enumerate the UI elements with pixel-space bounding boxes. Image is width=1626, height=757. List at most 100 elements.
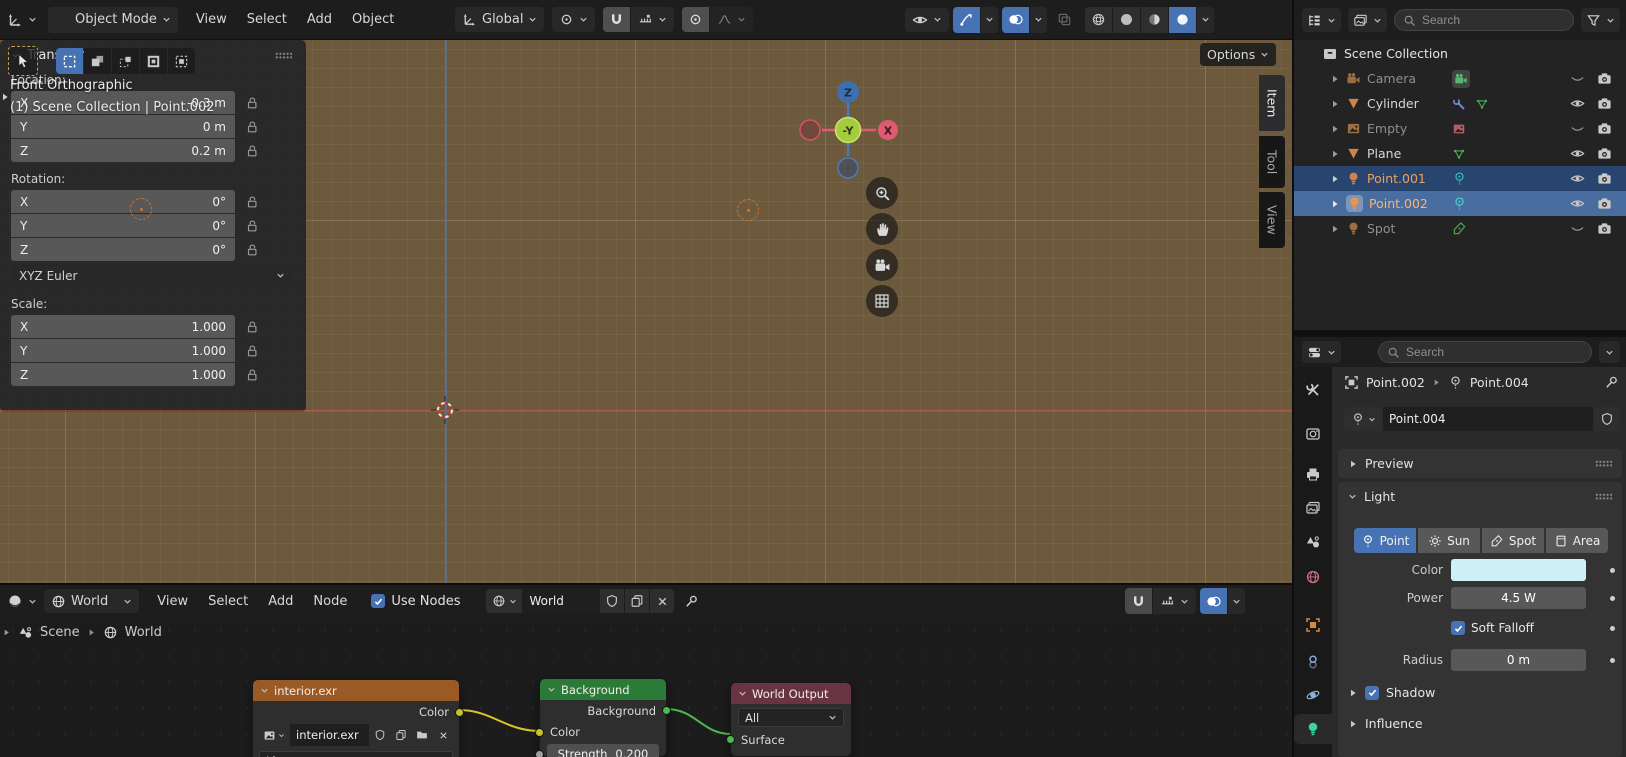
image-name-field[interactable]: interior.exr (290, 724, 369, 746)
preview-panel[interactable]: Preview (1338, 449, 1622, 478)
menu-object[interactable]: Object (342, 12, 404, 27)
light-type-point-button[interactable]: Point (1354, 528, 1416, 553)
expand-icon[interactable] (1348, 459, 1358, 469)
menu-select[interactable]: Select (237, 12, 297, 27)
search-input[interactable] (1406, 345, 1506, 359)
menu-node[interactable]: Node (303, 594, 357, 609)
socket-color-input[interactable] (535, 728, 544, 737)
tab-physics[interactable] (1294, 680, 1332, 710)
node-collapse-icon[interactable] (738, 689, 747, 698)
duplicate-button[interactable] (391, 724, 411, 746)
outliner-row-point-002[interactable]: Point.002 (1294, 191, 1626, 216)
light-panel-header[interactable]: Light (1338, 482, 1622, 511)
properties-options-dropdown[interactable] (1599, 341, 1620, 363)
proportional-editing-toggle[interactable] (682, 7, 709, 32)
camera-view-button[interactable] (866, 249, 898, 281)
hide-toggle-open[interactable] (1570, 171, 1585, 186)
breadcrumb-object[interactable]: Point.002 (1366, 375, 1425, 390)
editor-type-button[interactable] (0, 8, 44, 32)
lock-open-icon[interactable] (245, 219, 259, 233)
navigation-axis-gizmo[interactable]: Z X -Y (794, 76, 904, 186)
lock-open-icon[interactable] (245, 320, 259, 334)
menu-view[interactable]: View (186, 12, 237, 27)
animate-dot[interactable] (1610, 596, 1615, 601)
modifier-wrench-icon[interactable] (1452, 97, 1466, 111)
outliner-search[interactable] (1394, 9, 1574, 31)
light-browse-dropdown[interactable] (1344, 407, 1382, 431)
region-toggle-arrow-icon[interactable] (0, 90, 10, 104)
panel-grip-handle[interactable] (1595, 460, 1612, 467)
panel-grip-handle[interactable] (1595, 493, 1612, 500)
pin-icon[interactable] (1604, 375, 1619, 390)
soft-falloff-checkbox[interactable]: Soft Falloff (1451, 621, 1534, 635)
select-mode-subtract-button[interactable] (112, 48, 139, 74)
point-light-gizmo[interactable] (130, 198, 152, 220)
node-world-output[interactable]: World Output All Surface Volume (730, 682, 852, 757)
animate-dot[interactable] (1610, 626, 1615, 631)
tab-scene[interactable] (1294, 527, 1332, 557)
viewport-canvas[interactable]: Options Front Orthographic (1) Scene Col… (0, 40, 1292, 583)
expand-icon[interactable] (1330, 199, 1340, 209)
render-visibility-toggle[interactable] (1597, 221, 1612, 236)
hide-toggle-open[interactable] (1570, 96, 1585, 111)
properties-search[interactable] (1378, 341, 1592, 363)
snap-toggle[interactable] (1125, 588, 1152, 614)
zoom-button[interactable] (866, 177, 898, 209)
light-type-sun-button[interactable]: Sun (1418, 528, 1480, 553)
colorspace-dropdown[interactable]: Linear (259, 751, 453, 757)
light-name-field[interactable]: Point.004 (1383, 407, 1593, 431)
render-visibility-toggle[interactable] (1597, 71, 1612, 86)
pin-icon[interactable] (684, 594, 699, 609)
tab-constraints[interactable] (1294, 647, 1332, 677)
image-data-icon[interactable] (1452, 122, 1466, 136)
scale-x-field[interactable]: X1.000 (11, 315, 235, 338)
outliner-row-point-001[interactable]: Point.001 (1294, 166, 1626, 191)
radius-field[interactable]: 0 m (1451, 649, 1586, 671)
panel-grip-handle[interactable] (275, 52, 292, 59)
rotation-z-field[interactable]: Z0° (11, 238, 235, 261)
lock-open-icon[interactable] (245, 368, 259, 382)
hide-toggle-closed[interactable] (1570, 121, 1585, 136)
select-mode-box-button[interactable] (56, 48, 83, 74)
outliner-row-cylinder[interactable]: Cylinder (1294, 91, 1626, 116)
socket-surface-input[interactable] (726, 735, 735, 744)
shading-rendered-button[interactable] (1169, 7, 1196, 33)
node-background[interactable]: Background Background Color Strength 0.2… (539, 678, 667, 757)
shading-solid-button[interactable] (1113, 7, 1140, 33)
shader-type-dropdown[interactable]: World (44, 589, 139, 613)
fake-user-button[interactable] (370, 724, 390, 746)
tab-world[interactable] (1294, 562, 1332, 592)
light-color-swatch[interactable] (1451, 559, 1586, 581)
tab-object-data[interactable] (1294, 714, 1332, 744)
pan-button[interactable] (866, 213, 898, 245)
snap-target-dropdown[interactable] (1153, 588, 1196, 614)
proportional-falloff-dropdown[interactable] (710, 7, 753, 32)
render-visibility-toggle[interactable] (1597, 96, 1612, 111)
search-input[interactable] (1422, 13, 1522, 27)
hide-toggle-open[interactable] (1570, 146, 1585, 161)
scale-y-field[interactable]: Y1.000 (11, 339, 235, 362)
editor-type-button[interactable] (1302, 341, 1341, 363)
select-mode-intersect-button[interactable] (168, 48, 195, 74)
gizmo-dropdown[interactable] (981, 7, 998, 33)
strength-field[interactable]: Strength 0.200 (547, 744, 659, 757)
menu-add[interactable]: Add (297, 12, 342, 27)
editor-type-button[interactable] (1302, 8, 1341, 32)
tab-output[interactable] (1294, 459, 1332, 489)
sidebar-tab-view[interactable]: View (1259, 192, 1285, 248)
outliner-row-plane[interactable]: Plane (1294, 141, 1626, 166)
shading-dropdown[interactable] (1197, 7, 1214, 33)
location-z-field[interactable]: Z0.2 m (11, 139, 235, 162)
point-light-data-icon[interactable] (1452, 171, 1467, 186)
point-light-data-icon[interactable] (1452, 196, 1467, 211)
node-environment-texture[interactable]: interior.exr Color interior.exr Linear (252, 679, 460, 757)
display-mode-dropdown[interactable] (1348, 8, 1387, 32)
outliner-row-empty[interactable]: Empty (1294, 116, 1626, 141)
overlays-dropdown[interactable] (1228, 588, 1245, 614)
mesh-data-icon[interactable] (1452, 147, 1466, 161)
tab-render[interactable] (1294, 419, 1332, 449)
use-nodes-checkbox[interactable]: Use Nodes (371, 594, 460, 609)
node-collapse-icon[interactable] (260, 686, 269, 695)
perspective-toggle-button[interactable] (866, 285, 898, 317)
animate-dot[interactable] (1610, 658, 1615, 663)
